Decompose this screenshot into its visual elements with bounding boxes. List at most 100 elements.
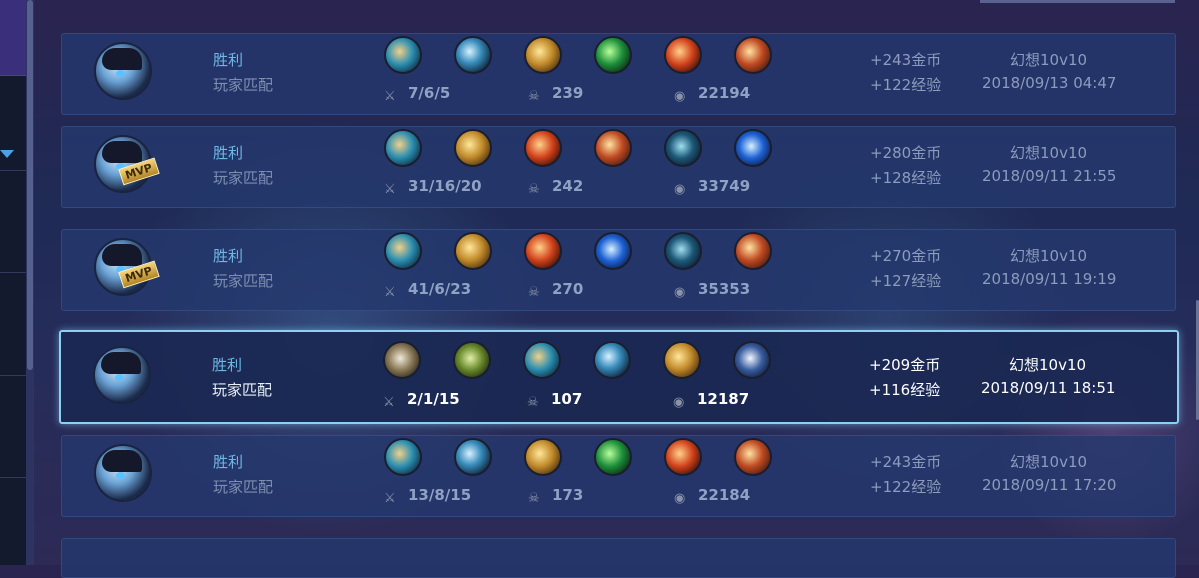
cs-value: 173	[552, 486, 584, 504]
scrollbar-thumb[interactable]	[27, 0, 33, 370]
match-row-partial[interactable]	[61, 538, 1176, 578]
dropdown-arrow-icon[interactable]	[0, 150, 14, 158]
coin-icon: ◉	[674, 491, 686, 506]
rune-icon[interactable]	[664, 129, 702, 167]
fire-sword-icon[interactable]	[664, 36, 702, 74]
gold-claw-icon[interactable]	[454, 129, 492, 167]
item-build	[384, 36, 784, 76]
kda-stat: ⚔ 31/16/20	[384, 177, 482, 197]
lightning-sword-icon[interactable]	[734, 129, 772, 167]
kda-value: 2/1/15	[407, 390, 460, 408]
sword-icon: ⚔	[384, 89, 396, 104]
exp-reward: +122经验	[870, 76, 942, 94]
kda-value: 13/8/15	[408, 486, 472, 504]
hero-avatar[interactable]: MVP	[94, 135, 160, 193]
match-row[interactable]: 胜利 玩家匹配 ⚔ 7/6/5 ☠ 239 ◉ 22194 +243金币 +122经验…	[61, 33, 1176, 115]
crest-icon[interactable]	[594, 129, 632, 167]
exp-reward: +122经验	[870, 478, 942, 496]
avatar-hair	[102, 244, 142, 266]
skull-icon: ☠	[528, 182, 540, 197]
item-build	[384, 129, 784, 169]
teal-boots-icon[interactable]	[384, 36, 422, 74]
crest-icon[interactable]	[734, 36, 772, 74]
teal-boots-icon[interactable]	[384, 438, 422, 476]
match-time: 2018/09/13 04:47	[982, 74, 1117, 92]
gold-stat: ◉ 22184	[674, 486, 751, 506]
match-result: 胜利	[213, 247, 244, 265]
avatar-hair	[102, 141, 142, 163]
gold-claw-icon[interactable]	[663, 341, 701, 379]
fire-sword-icon[interactable]	[524, 232, 562, 270]
match-mode: 玩家匹配	[213, 272, 274, 290]
map-name: 幻想10v10	[1010, 247, 1088, 265]
gold-claw-icon[interactable]	[524, 36, 562, 74]
match-time: 2018/09/11 18:51	[981, 379, 1116, 397]
green-blade-icon[interactable]	[594, 36, 632, 74]
cs-value: 107	[551, 390, 583, 408]
kda-stat: ⚔ 13/8/15	[384, 486, 472, 506]
teal-boots-icon[interactable]	[523, 341, 561, 379]
match-stats: ⚔ 7/6/5 ☠ 239 ◉ 22194	[384, 84, 784, 104]
trident-icon[interactable]	[454, 36, 492, 74]
match-mode: 玩家匹配	[213, 169, 274, 187]
scrollbar[interactable]	[26, 0, 34, 565]
match-row[interactable]: MVP 胜利 玩家匹配 ⚔ 31/16/20 ☠ 242 ◉ 33749 +280金币…	[61, 126, 1176, 208]
cs-stat: ☠ 107	[527, 390, 583, 410]
hero-avatar[interactable]	[93, 346, 151, 404]
exp-reward: +116经验	[869, 381, 941, 399]
gold-claw-icon[interactable]	[454, 232, 492, 270]
map-name: 幻想10v10	[1010, 51, 1088, 69]
gold-stat: ◉ 33749	[674, 177, 750, 197]
kda-value: 7/6/5	[408, 84, 451, 102]
fire-sword-icon[interactable]	[524, 129, 562, 167]
gold-value: 12187	[697, 390, 750, 408]
teal-boots-icon[interactable]	[384, 232, 422, 270]
gold-value: 22184	[698, 486, 751, 504]
avatar-eye	[116, 70, 125, 77]
exp-reward: +128经验	[870, 169, 942, 187]
match-row[interactable]: 胜利 玩家匹配 ⚔ 2/1/15 ☠ 107 ◉ 12187 +209金币 +116经…	[59, 330, 1179, 424]
cs-value: 242	[552, 177, 584, 195]
green-blade-icon[interactable]	[594, 438, 632, 476]
sword-icon: ⚔	[383, 395, 395, 410]
gold-claw-icon[interactable]	[524, 438, 562, 476]
gold-value: 35353	[698, 280, 751, 298]
match-stats: ⚔ 13/8/15 ☠ 173 ◉ 22184	[384, 486, 784, 506]
avatar-hair	[102, 48, 142, 70]
kda-stat: ⚔ 2/1/15	[383, 390, 460, 410]
divider	[0, 170, 26, 171]
kda-stat: ⚔ 7/6/5	[384, 84, 451, 104]
trident-icon[interactable]	[593, 341, 631, 379]
rune-icon[interactable]	[664, 232, 702, 270]
avatar-eye	[116, 472, 125, 479]
fire-sword-icon[interactable]	[664, 438, 702, 476]
kda-value: 41/6/23	[408, 280, 472, 298]
hero-avatar[interactable]	[94, 42, 152, 100]
hero-avatar[interactable]	[94, 444, 152, 502]
crest-icon[interactable]	[734, 232, 772, 270]
map-name: 幻想10v10	[1010, 144, 1088, 162]
divider	[0, 375, 26, 376]
map-name: 幻想10v10	[1010, 453, 1088, 471]
olive-blade-icon[interactable]	[453, 341, 491, 379]
sidebar-header[interactable]	[0, 0, 26, 76]
gold-stat: ◉ 12187	[673, 390, 750, 410]
crest-icon[interactable]	[734, 438, 772, 476]
match-row[interactable]: 胜利 玩家匹配 ⚔ 13/8/15 ☠ 173 ◉ 22184 +243金币 +122…	[61, 435, 1176, 517]
match-row[interactable]: MVP 胜利 玩家匹配 ⚔ 41/6/23 ☠ 270 ◉ 35353 +270金币 …	[61, 229, 1176, 311]
teal-boots-icon[interactable]	[384, 129, 422, 167]
gold-reward: +209金币	[869, 356, 941, 374]
cs-stat: ☠ 242	[528, 177, 584, 197]
skull-icon: ☠	[528, 89, 540, 104]
hook-icon[interactable]	[733, 341, 771, 379]
lightning-sword-icon[interactable]	[594, 232, 632, 270]
trident-icon[interactable]	[454, 438, 492, 476]
skull-icon: ☠	[527, 395, 539, 410]
iron-sword-icon[interactable]	[383, 341, 421, 379]
coin-icon: ◉	[673, 395, 685, 410]
coin-icon: ◉	[674, 182, 686, 197]
hero-avatar[interactable]: MVP	[94, 238, 160, 296]
match-stats: ⚔ 31/16/20 ☠ 242 ◉ 33749	[384, 177, 784, 197]
match-result: 胜利	[213, 51, 244, 69]
kda-stat: ⚔ 41/6/23	[384, 280, 472, 300]
